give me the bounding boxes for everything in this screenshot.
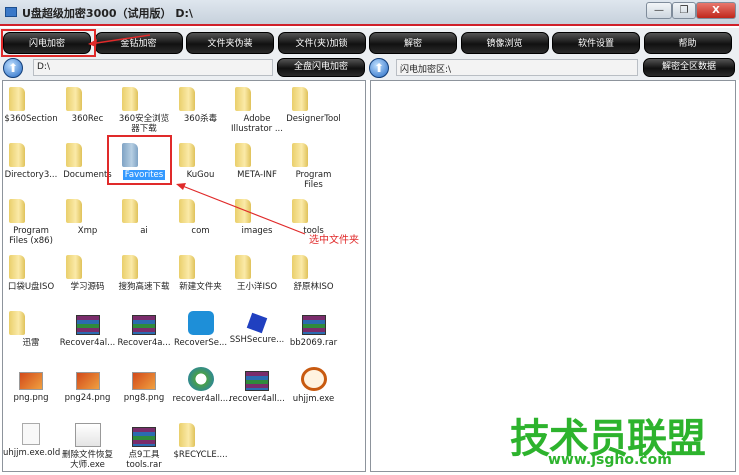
watermark-url: www.jsgho.com xyxy=(548,452,672,468)
annotation-label: 选中文件夹 xyxy=(309,235,359,246)
arrowhead xyxy=(88,39,97,47)
arrow-to-folder xyxy=(179,184,306,235)
arrow-to-button xyxy=(89,34,151,45)
arrowhead xyxy=(176,183,186,190)
annotation-arrows xyxy=(88,34,306,235)
